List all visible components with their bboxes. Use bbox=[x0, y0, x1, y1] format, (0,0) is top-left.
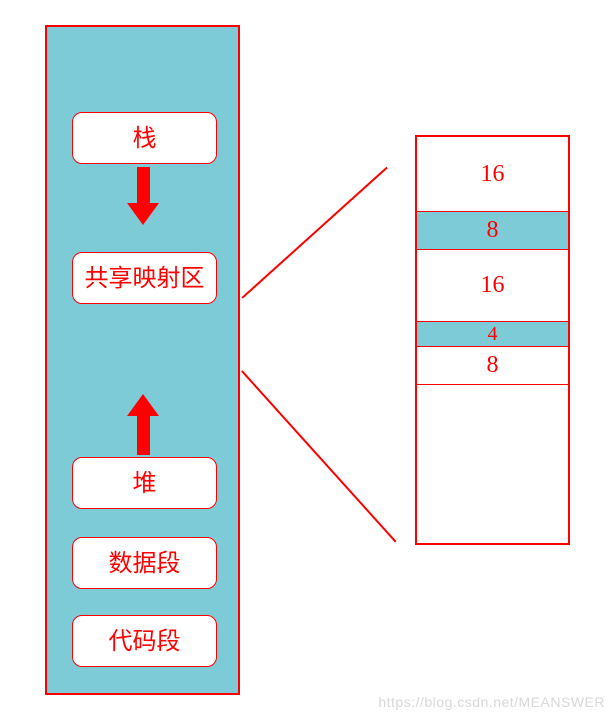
projection-line-top bbox=[241, 167, 387, 299]
heap-detail-column: 16 8 16 4 8 bbox=[415, 135, 570, 545]
heap-block: 8 bbox=[417, 347, 568, 385]
segment-data: 数据段 bbox=[72, 537, 217, 589]
arrow-up-icon bbox=[137, 412, 150, 455]
heap-block: 8 bbox=[417, 212, 568, 250]
segment-code: 代码段 bbox=[72, 615, 217, 667]
segment-stack: 栈 bbox=[72, 112, 217, 164]
heap-block: 16 bbox=[417, 250, 568, 322]
heap-block: 4 bbox=[417, 322, 568, 347]
projection-line-bottom bbox=[241, 370, 396, 542]
arrow-down-icon bbox=[137, 167, 150, 207]
memory-layout-column: 栈 共享映射区 堆 数据段 代码段 bbox=[45, 25, 240, 695]
watermark-text: https://blog.csdn.net/MEANSWER bbox=[378, 694, 605, 710]
segment-heap: 堆 bbox=[72, 457, 217, 509]
heap-block: 16 bbox=[417, 137, 568, 212]
segment-shared-mapping: 共享映射区 bbox=[72, 252, 217, 304]
